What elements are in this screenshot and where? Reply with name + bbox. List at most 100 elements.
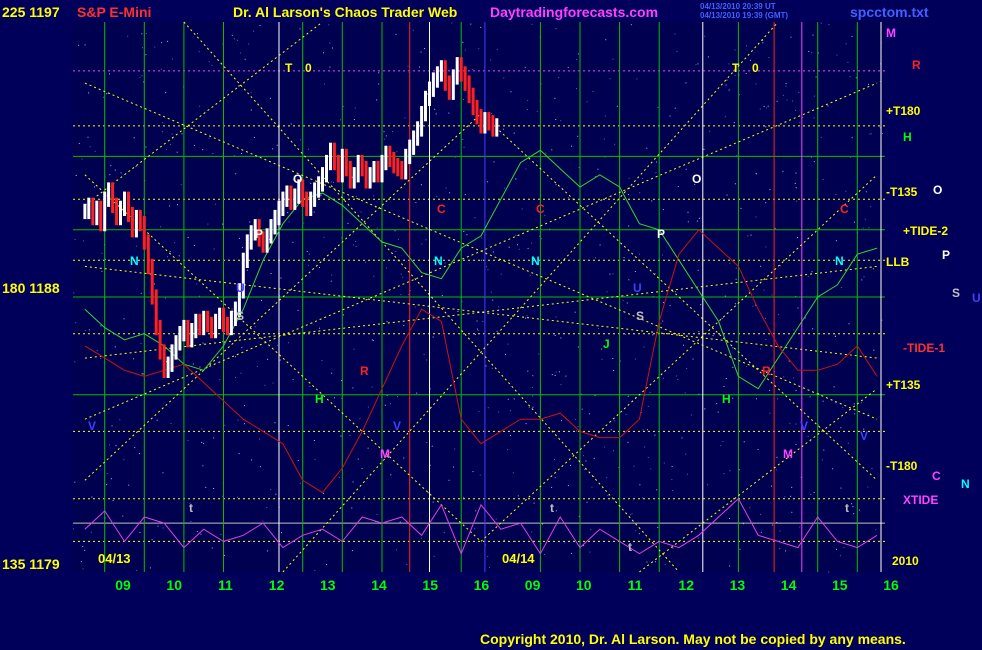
star xyxy=(239,52,241,54)
star xyxy=(510,435,511,437)
star xyxy=(351,507,353,509)
chart-letter: N xyxy=(835,254,844,268)
star xyxy=(555,119,557,120)
star xyxy=(73,292,75,294)
star xyxy=(631,513,633,515)
star xyxy=(541,523,543,525)
star xyxy=(430,388,431,390)
right-label: -T180 xyxy=(886,459,918,473)
star xyxy=(193,244,195,246)
star xyxy=(373,195,375,197)
star xyxy=(396,151,398,153)
star xyxy=(577,53,579,55)
star xyxy=(426,442,428,443)
star xyxy=(198,51,200,53)
star xyxy=(517,244,518,246)
star xyxy=(329,66,331,68)
star xyxy=(628,225,630,227)
star xyxy=(266,507,268,509)
star xyxy=(625,333,626,335)
star xyxy=(779,548,781,550)
star xyxy=(570,464,572,466)
star xyxy=(656,489,658,491)
star xyxy=(88,92,90,94)
star xyxy=(638,253,640,255)
star xyxy=(297,459,299,461)
star xyxy=(243,405,245,407)
star xyxy=(529,274,531,276)
star xyxy=(259,466,261,468)
star xyxy=(149,567,151,569)
star xyxy=(274,422,276,424)
x-tick-label: 15 xyxy=(422,577,438,593)
star xyxy=(614,143,616,145)
star xyxy=(735,278,737,280)
star xyxy=(554,374,556,376)
star xyxy=(628,279,630,281)
star xyxy=(474,217,476,219)
star xyxy=(796,200,798,202)
star xyxy=(423,354,425,355)
star xyxy=(498,411,500,413)
star xyxy=(729,262,731,264)
star xyxy=(384,404,386,406)
star xyxy=(399,521,401,523)
star xyxy=(840,427,842,429)
star xyxy=(513,398,515,400)
star xyxy=(328,24,330,26)
star xyxy=(82,568,84,570)
star xyxy=(709,130,711,132)
star xyxy=(785,83,787,85)
star xyxy=(855,77,857,79)
right-label: 2010 xyxy=(892,554,919,568)
star xyxy=(771,294,773,296)
star xyxy=(202,342,204,344)
star xyxy=(109,174,111,176)
star xyxy=(181,133,183,135)
star xyxy=(532,375,534,377)
star xyxy=(612,273,614,275)
star xyxy=(347,222,349,224)
star xyxy=(105,517,107,519)
star xyxy=(154,46,156,48)
star xyxy=(538,353,540,355)
star xyxy=(199,366,201,368)
star xyxy=(259,438,260,440)
star xyxy=(224,554,225,556)
star xyxy=(820,22,822,24)
star xyxy=(852,506,854,508)
star xyxy=(472,471,474,473)
star xyxy=(500,273,502,275)
star xyxy=(776,456,778,458)
star xyxy=(466,234,468,236)
chart-letter: C xyxy=(536,202,545,216)
star xyxy=(696,220,698,222)
star xyxy=(551,486,553,488)
star xyxy=(834,334,836,336)
star xyxy=(249,221,251,223)
star xyxy=(264,384,266,386)
star xyxy=(729,470,731,472)
star xyxy=(331,274,333,276)
star xyxy=(196,283,198,285)
star xyxy=(421,243,423,245)
star xyxy=(586,501,588,503)
star xyxy=(503,539,505,541)
star xyxy=(267,358,269,360)
star xyxy=(790,495,792,497)
star xyxy=(238,453,240,455)
star xyxy=(453,466,454,468)
star xyxy=(515,234,517,236)
star xyxy=(695,64,697,66)
star xyxy=(613,450,614,452)
star xyxy=(848,323,850,325)
right-label: O xyxy=(933,183,942,197)
star xyxy=(779,530,781,532)
star xyxy=(833,386,835,388)
star xyxy=(734,74,736,76)
star xyxy=(419,66,420,68)
star xyxy=(812,34,814,36)
chart-letter: M xyxy=(783,447,793,461)
star xyxy=(728,63,730,65)
star xyxy=(487,555,489,557)
